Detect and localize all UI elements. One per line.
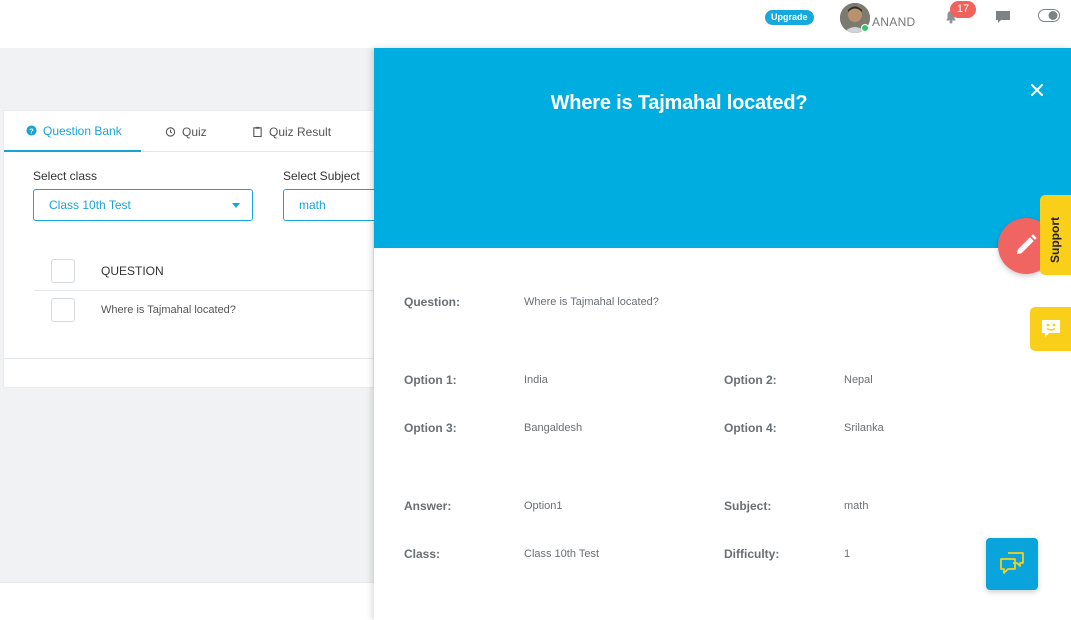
subject-value: math [844,500,869,512]
option4-value: Srilanka [844,422,884,434]
close-icon[interactable] [1029,82,1045,98]
alarm-clock-icon [165,127,176,137]
option1-label: Option 1: [404,373,457,387]
panel-title: Where is Tajmahal located? [550,92,808,114]
svg-text:?: ? [29,126,34,135]
tab-label: Quiz Result [269,124,332,139]
option3-value: Bangaldesh [524,422,583,434]
tab-quiz[interactable]: Quiz [165,111,207,152]
username[interactable]: ANAND [872,15,916,29]
answer-value: Option1 [524,500,563,512]
option2-value: Nepal [844,374,873,386]
row-divider [34,290,375,291]
upgrade-button[interactable]: Upgrade [765,10,814,25]
tab-question-bank[interactable]: ? Question Bank [4,111,141,152]
notification-badge: 17 [950,1,976,18]
option3-label: Option 3: [404,421,457,435]
question-value: Where is Tajmahal located? [524,296,659,308]
subject-select-value: math [299,198,326,212]
class-value: Class 10th Test [524,548,600,560]
question-circle-icon: ? [26,125,37,136]
subject-label: Subject: [724,499,772,513]
difficulty-value: 1 [844,548,851,560]
select-all-checkbox[interactable] [51,259,75,283]
message-icon[interactable] [995,10,1011,24]
select-subject-label: Select Subject [283,169,360,183]
question-bank-card: ? Question Bank Quiz Quiz Result Select … [3,110,393,388]
chat-bubbles-icon [1000,552,1024,574]
option1-value: India [524,374,548,386]
option4-label: Option 4: [724,421,777,435]
question-detail-panel: Where is Tajmahal located? Question: Whe… [374,48,1071,620]
question-label: Question: [404,295,460,309]
difficulty-label: Difficulty: [724,547,780,561]
feedback-tab[interactable] [1030,307,1071,351]
class-select[interactable]: Class 10th Test [33,189,253,221]
tab-bar: ? Question Bank Quiz Quiz Result [4,111,375,152]
pencil-icon [1017,234,1037,254]
top-bar: Upgrade ANAND 17 [0,0,1071,48]
select-class-label: Select class [33,169,98,183]
support-label: Support [1048,217,1062,263]
table-bottom-divider [4,358,375,359]
table-row[interactable]: Where is Tajmahal located? [101,304,236,316]
clipboard-icon [253,126,262,137]
panel-header: Where is Tajmahal located? [374,48,1071,248]
support-tab[interactable]: Support [1040,195,1071,275]
footer-area [0,582,374,620]
tab-label: Question Bank [43,123,122,138]
tab-quiz-result[interactable]: Quiz Result [252,111,331,152]
chat-button[interactable] [986,538,1038,590]
tab-label: Quiz [182,124,207,139]
question-column-header: QUESTION [101,264,164,278]
row-checkbox[interactable] [51,298,75,322]
smiley-chat-icon [1042,320,1060,337]
chevron-down-icon [232,203,240,208]
page-header-strip [0,48,374,92]
class-select-value: Class 10th Test [49,198,131,212]
class-label: Class: [404,547,441,561]
toggle-icon[interactable] [1038,9,1060,22]
option2-label: Option 2: [724,373,777,387]
answer-label: Answer: [404,499,452,513]
online-status-dot [861,24,869,32]
